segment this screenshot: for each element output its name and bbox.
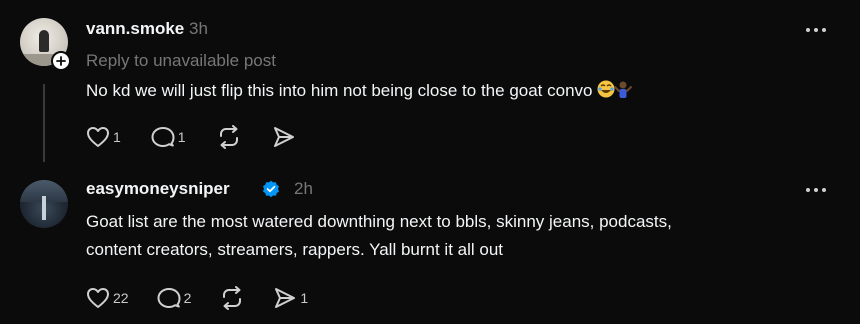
timestamp[interactable]: 2h [294, 179, 313, 199]
like-count: 1 [113, 129, 121, 145]
post-easymoneysniper: easymoneysniper 2h Goat list are the mos… [0, 168, 860, 324]
timestamp[interactable]: 3h [189, 19, 208, 39]
like-button[interactable]: 1 [86, 126, 121, 148]
verified-badge-icon [263, 180, 279, 198]
post-text-line-1: Goat list are the most watered downthing… [86, 212, 672, 231]
share-count: 1 [300, 290, 309, 306]
heart-icon [87, 288, 109, 308]
send-icon [273, 127, 294, 147]
comment-button[interactable]: 1 [151, 126, 186, 148]
reply-context[interactable]: Reply to unavailable post [86, 51, 276, 71]
comment-bubble-icon [157, 288, 181, 308]
thread-line [43, 84, 45, 162]
heart-icon [87, 127, 109, 147]
share-button[interactable] [272, 125, 296, 149]
share-button[interactable]: 1 [273, 286, 308, 310]
avatar-figure [39, 30, 49, 52]
crying-laughing-shrug-emoji [597, 79, 633, 107]
repost-button[interactable] [216, 125, 242, 149]
post-text: No kd we will just flip this into him no… [86, 78, 633, 107]
repost-icon [223, 286, 242, 310]
repost-button[interactable] [219, 286, 245, 310]
avatar[interactable] [20, 180, 68, 228]
comment-count: 2 [183, 290, 192, 306]
plus-icon [56, 56, 66, 66]
comment-count: 1 [177, 129, 186, 145]
avatar-tower [42, 196, 46, 220]
more-options-icon [806, 188, 826, 192]
post-actions: 1 1 [86, 124, 312, 150]
more-options-button[interactable] [802, 20, 830, 40]
more-options-icon [806, 28, 826, 32]
repost-icon [219, 125, 238, 149]
post-text-line-2: content creators, streamers, rappers. Ya… [86, 240, 504, 259]
like-button[interactable]: 22 [86, 287, 129, 309]
comment-button[interactable]: 2 [157, 287, 192, 309]
username[interactable]: vann.smoke [86, 19, 184, 39]
like-count: 22 [113, 290, 129, 306]
post-actions: 22 2 1 [86, 285, 324, 311]
post-text-content: No kd we will just flip this into him no… [86, 81, 593, 100]
username[interactable]: easymoneysniper [86, 179, 230, 199]
post-vann-smoke: vann.smoke 3h Reply to unavailable post … [0, 0, 860, 168]
comment-bubble-icon [151, 127, 175, 147]
send-icon [275, 288, 296, 308]
follow-button[interactable] [51, 51, 71, 71]
more-options-button[interactable] [802, 180, 830, 200]
